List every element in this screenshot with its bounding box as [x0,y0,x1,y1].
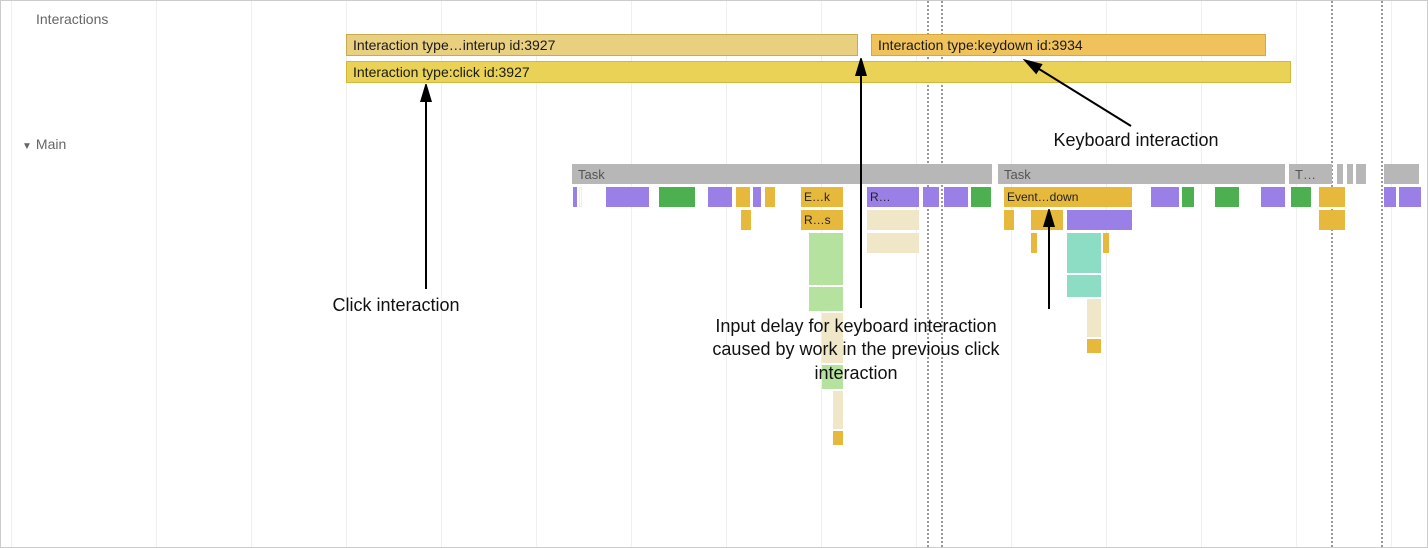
flame-block-event-keydown[interactable]: Event…down [1004,187,1132,207]
track-label-interactions: Interactions [36,11,108,27]
flame-block[interactable] [1384,187,1396,207]
flame-block[interactable] [867,210,919,230]
flame-block[interactable] [1031,233,1037,253]
annotation-click-interaction: Click interaction [296,294,496,317]
flame-block[interactable] [1319,187,1345,207]
flame-block[interactable] [1031,210,1063,230]
timeline-marker [1331,1,1333,547]
flame-block[interactable] [971,187,991,207]
timeline-marker [1381,1,1383,547]
flame-block[interactable] [809,287,843,311]
flame-block[interactable] [1319,210,1345,230]
annotation-input-delay: Input delay for keyboard interaction cau… [701,315,1011,385]
flame-block[interactable] [606,187,649,207]
flame-block[interactable] [573,187,577,207]
flame-block[interactable] [1004,210,1014,230]
flame-block[interactable] [579,187,582,207]
task-block-tiny[interactable] [1356,164,1366,184]
chevron-down-icon: ▼ [22,141,32,152]
flame-block[interactable] [736,187,750,207]
flame-block[interactable] [1087,339,1101,353]
performance-timeline[interactable]: Interactions ▼Main Interaction type…inte… [0,0,1428,548]
flame-block-event[interactable]: R…s [801,210,843,230]
flame-block[interactable] [833,431,843,445]
flame-block[interactable] [1215,187,1239,207]
track-label-main[interactable]: ▼Main [22,136,66,152]
task-block-tiny[interactable] [1337,164,1343,184]
interaction-bar-click[interactable]: Interaction type:click id:3927 [346,61,1291,83]
task-block[interactable]: Task [998,164,1285,184]
flame-block[interactable] [1067,275,1101,297]
arrow-icon [406,84,446,294]
flame-block[interactable] [944,187,968,207]
flame-block[interactable] [1067,210,1132,230]
flame-block[interactable] [753,187,761,207]
flame-block[interactable] [1291,187,1311,207]
flame-block[interactable] [923,187,939,207]
flame-block[interactable] [867,233,919,253]
flame-block[interactable] [833,391,843,429]
flame-block[interactable] [708,187,732,207]
flame-block[interactable] [1399,187,1421,207]
flame-block-event[interactable]: E…k [801,187,843,207]
flame-block[interactable] [659,187,695,207]
flame-block[interactable] [822,365,843,389]
flame-block[interactable] [1151,187,1179,207]
flame-block[interactable] [1067,233,1101,273]
interaction-bar-keydown[interactable]: Interaction type:keydown id:3934 [871,34,1266,56]
flame-block[interactable] [1087,299,1101,337]
flame-block[interactable] [1261,187,1285,207]
flame-block[interactable] [1103,233,1109,253]
flame-block[interactable] [1182,187,1194,207]
task-block[interactable]: T… [1289,164,1332,184]
flame-block-event[interactable]: R… [867,187,919,207]
flame-block[interactable] [741,210,751,230]
task-block-tiny[interactable] [1384,164,1419,184]
interaction-bar-pointerup[interactable]: Interaction type…interup id:3927 [346,34,858,56]
flame-block[interactable] [809,233,843,285]
task-block[interactable]: Task [572,164,992,184]
flame-block[interactable] [822,313,843,363]
annotation-keyboard-interaction: Keyboard interaction [986,129,1286,152]
flame-block[interactable] [765,187,775,207]
task-block-tiny[interactable] [1347,164,1353,184]
